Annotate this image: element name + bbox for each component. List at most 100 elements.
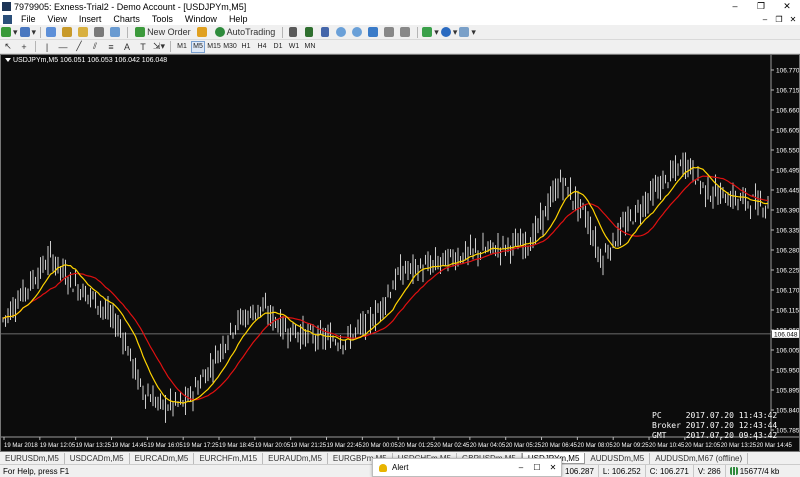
data-window-button[interactable] — [61, 26, 75, 38]
price-tick-label: 106.280 — [776, 248, 799, 255]
price-chart[interactable]: 106.770 106.715 106.660 106.605 106.550 106.4… — [1, 55, 799, 451]
maximize-button[interactable]: ❐ — [748, 1, 774, 12]
metaeditor-button[interactable] — [196, 26, 210, 38]
chart-shift-button[interactable] — [383, 26, 397, 38]
vertical-line-button[interactable]: | — [40, 41, 54, 53]
tile-windows-button[interactable] — [367, 26, 381, 38]
timeframe-d1[interactable]: D1 — [271, 41, 285, 53]
alert-window[interactable]: Alert – ☐ ✕ — [372, 458, 562, 477]
timeframe-mn[interactable]: MN — [303, 41, 317, 53]
timeframe-h1[interactable]: H1 — [239, 41, 253, 53]
arrows-button[interactable]: ⇲▾ — [152, 41, 166, 53]
trendline-icon: ╱ — [76, 41, 82, 51]
close-button[interactable]: ✕ — [774, 1, 800, 12]
chart-tab-audusdm-m5[interactable]: AUDUSDm,M5 — [585, 453, 651, 464]
time-tick-label: 19 Mar 14:45 — [112, 443, 148, 449]
periods-button[interactable]: ▾ — [440, 26, 457, 38]
crosshair-button[interactable]: + — [17, 41, 31, 53]
fibonacci-button[interactable]: ≡ — [104, 41, 118, 53]
candlestick-chart-button[interactable] — [303, 26, 317, 38]
alert-maximize-button[interactable]: ☐ — [529, 463, 545, 472]
autotrading-button[interactable]: AutoTrading — [212, 26, 279, 38]
price-tick-label: 106.335 — [776, 228, 799, 235]
clock-panel: PC 2017.07.20 11:43:42 Broker 2017.07.20… — [652, 411, 777, 441]
mdi-controls: – ❐ ✕ — [758, 15, 800, 24]
new-order-button[interactable]: New Order — [132, 26, 194, 38]
chart-tab-euraudm-m5[interactable]: EURAUDm,M5 — [263, 453, 328, 464]
auto-scroll-button[interactable] — [399, 26, 413, 38]
time-tick-label: 20 Mar 09:25 — [613, 443, 649, 449]
channel-button[interactable]: ⫽ — [88, 41, 102, 53]
timeframe-h4[interactable]: H4 — [255, 41, 269, 53]
trendline-button[interactable]: ╱ — [72, 41, 86, 53]
vertical-line-icon: | — [45, 41, 49, 52]
price-tick-label: 105.840 — [776, 408, 799, 415]
text-icon: A — [123, 41, 130, 52]
text-button[interactable]: A — [120, 41, 134, 53]
price-tick-label: 106.715 — [776, 88, 799, 95]
slow-moving-average — [2, 175, 769, 401]
price-tick-label: 106.225 — [776, 268, 799, 275]
toolbar-separator — [40, 26, 42, 38]
pc-time: 2017.07.20 11:43:42 — [685, 411, 778, 420]
chart-tab-audusdm-m67-offline[interactable]: AUDUSDm,M67 (offline) — [650, 453, 749, 464]
menu-view[interactable]: View — [42, 14, 73, 24]
chart-window[interactable]: 106.770 106.715 106.660 106.605 106.550 106.4… — [0, 54, 800, 452]
zoom-in-icon — [336, 27, 347, 37]
zoom-out-button[interactable] — [351, 26, 365, 38]
line-chart-icon — [321, 27, 330, 37]
timeframe-m15[interactable]: M15 — [207, 41, 221, 53]
new-chart-button[interactable]: ▾ — [1, 26, 18, 38]
current-price-label: 106.048 — [774, 331, 798, 338]
menu-file[interactable]: File — [15, 14, 42, 24]
chart-tab-eurchfm-m15[interactable]: EURCHFm,M15 — [194, 453, 264, 464]
line-chart-button[interactable] — [319, 26, 333, 38]
menu-insert[interactable]: Insert — [73, 14, 108, 24]
minimize-button[interactable]: – — [722, 1, 748, 12]
text-label-button[interactable]: T — [136, 41, 150, 53]
chart-tab-eurcadm-m5[interactable]: EURCADm,M5 — [130, 453, 195, 464]
timeframe-m1[interactable]: M1 — [175, 41, 189, 53]
mdi-minimize-button[interactable]: – — [758, 15, 772, 24]
alert-title: Alert — [392, 463, 409, 472]
alert-minimize-button[interactable]: – — [513, 463, 529, 472]
profiles-button[interactable]: ▾ — [19, 26, 36, 38]
chart-tab-usdcadm-m5[interactable]: USDCADm,M5 — [65, 453, 130, 464]
time-tick-label: 20 Mar 05:25 — [506, 443, 542, 449]
alert-close-button[interactable]: ✕ — [545, 463, 561, 472]
menu-help[interactable]: Help — [223, 14, 254, 24]
menu-charts[interactable]: Charts — [107, 14, 146, 24]
templates-button[interactable]: ▾ — [459, 26, 476, 38]
price-tick-label: 106.005 — [776, 348, 799, 355]
zoom-in-button[interactable] — [335, 26, 349, 38]
horizontal-line-button[interactable]: — — [56, 41, 70, 53]
strategy-tester-button[interactable] — [109, 26, 123, 38]
terminal-button[interactable] — [93, 26, 107, 38]
timeframe-m5[interactable]: M5 — [191, 40, 205, 53]
time-tick-label: 19 Mar 16:05 — [147, 443, 183, 449]
app-logo-icon — [2, 2, 11, 11]
chart-tab-eurusdm-m5[interactable]: EURUSDm,M5 — [0, 453, 65, 464]
bar-chart-button[interactable] — [287, 26, 301, 38]
indicators-button[interactable]: ▾ — [422, 26, 439, 38]
navigator-button[interactable] — [77, 26, 91, 38]
chart-shift-icon — [384, 27, 395, 37]
price-tick-label: 105.950 — [776, 368, 799, 375]
status-close: C: 106.271 — [644, 465, 693, 477]
crosshair-icon: + — [21, 41, 27, 52]
menu-window[interactable]: Window — [179, 14, 223, 24]
window-controls: – ❐ ✕ — [722, 1, 800, 12]
market-watch-button[interactable] — [45, 26, 59, 38]
time-tick-label: 20 Mar 13:25 — [721, 443, 757, 449]
menu-tools[interactable]: Tools — [146, 14, 179, 24]
toolbar-separator — [35, 41, 36, 52]
timeframe-m30[interactable]: M30 — [223, 41, 237, 53]
chart-window-icon[interactable] — [3, 14, 12, 24]
mdi-restore-button[interactable]: ❐ — [772, 15, 786, 24]
mdi-close-button[interactable]: ✕ — [786, 15, 800, 24]
timeframe-w1[interactable]: W1 — [287, 41, 301, 53]
toolbar-separator — [127, 26, 129, 38]
price-tick-label: 106.550 — [776, 148, 799, 155]
cursor-button[interactable]: ↖ — [1, 41, 15, 53]
chart-caption-arrow-icon — [5, 58, 11, 63]
